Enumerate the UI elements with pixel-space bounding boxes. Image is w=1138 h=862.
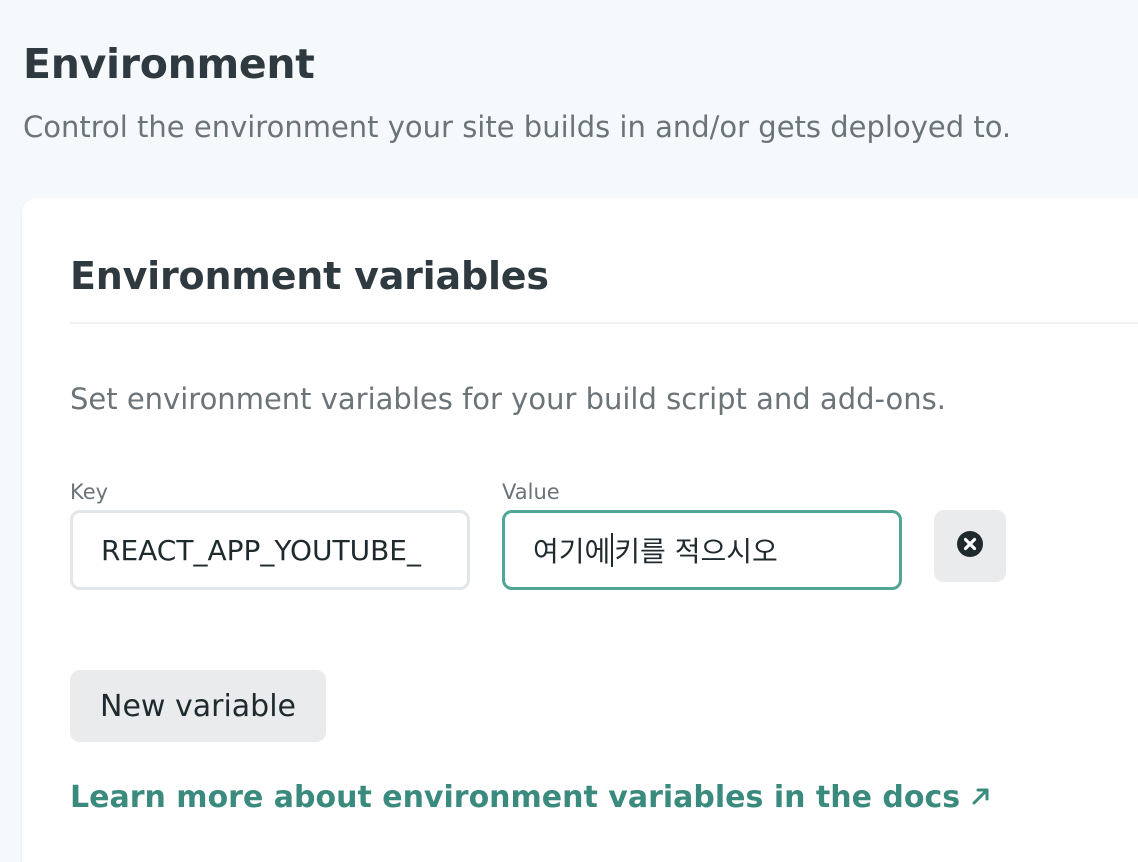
section-description: Control the environment your site builds…: [23, 110, 1012, 144]
page: Environment Control the environment your…: [0, 0, 1138, 862]
key-label: Key: [70, 480, 109, 504]
key-input-value: REACT_APP_YOUTUBE_: [101, 533, 421, 567]
section-title: Environment: [23, 40, 315, 88]
key-input[interactable]: REACT_APP_YOUTUBE_: [70, 510, 470, 590]
delete-variable-button[interactable]: [934, 510, 1006, 582]
text-caret: [611, 533, 614, 567]
close-circle-icon: [956, 530, 984, 563]
new-variable-label: New variable: [100, 688, 296, 724]
divider: [70, 322, 1138, 324]
docs-link-label: Learn more about environment variables i…: [70, 780, 961, 815]
environment-variables-card: Environment variables Set environment va…: [22, 198, 1138, 862]
value-input[interactable]: 여기에 키를 적으시오: [502, 510, 902, 590]
new-variable-button[interactable]: New variable: [70, 670, 326, 742]
card-title: Environment variables: [70, 254, 549, 298]
value-input-text-after: 키를 적으시오: [614, 535, 778, 568]
arrow-up-right-icon: [970, 780, 992, 815]
card-description: Set environment variables for your build…: [70, 382, 946, 416]
docs-link[interactable]: Learn more about environment variables i…: [70, 780, 992, 815]
value-label: Value: [502, 480, 560, 504]
value-input-text-before: 여기에: [533, 535, 611, 568]
